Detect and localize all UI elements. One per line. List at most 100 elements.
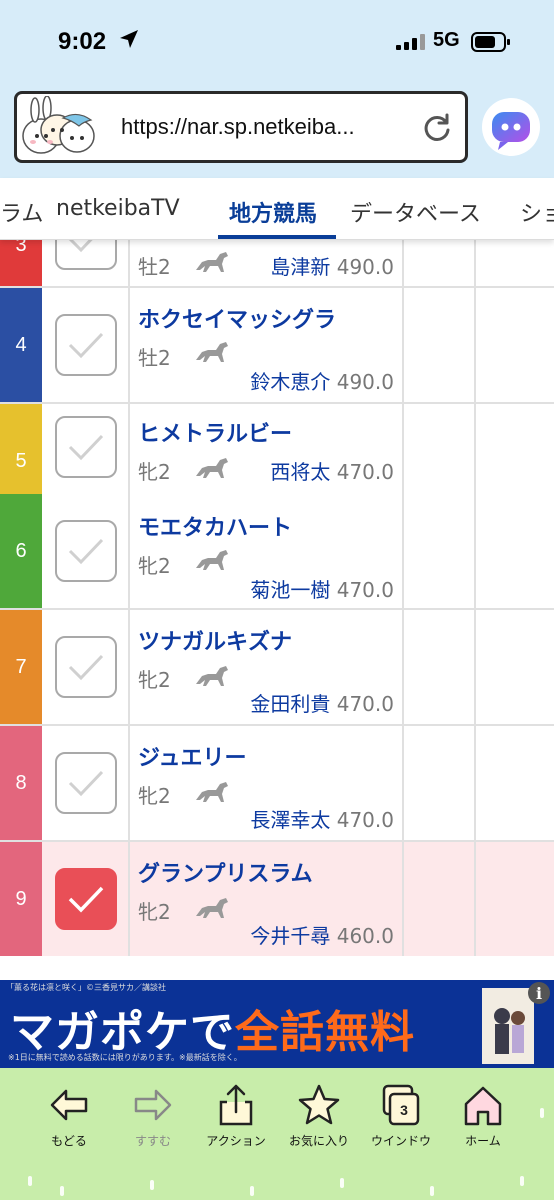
horse-name[interactable]: モエタカハート [138, 510, 292, 542]
extra-cell [406, 842, 476, 956]
browser-header: 9:02 5G https://nar.sp.netkeiba... [0, 0, 554, 178]
entry-checkbox[interactable] [55, 240, 117, 270]
entry-checkbox[interactable] [55, 416, 117, 478]
entry-checkbox[interactable] [55, 314, 117, 376]
ad-headline-prefix: マガポケで [10, 1007, 235, 1058]
weight: 470.0 [336, 692, 394, 716]
action-button[interactable]: アクション [193, 1082, 279, 1149]
jockey-weight: 島津新 490.0 [270, 251, 394, 280]
jockey-name[interactable]: 西将太 [270, 460, 330, 484]
entry-checkbox[interactable] [55, 868, 117, 930]
weight: 470.0 [336, 808, 394, 832]
jockey-weight: 西将太 470.0 [270, 456, 394, 485]
horse-icon [196, 342, 228, 362]
home-icon [464, 1086, 502, 1126]
ad-copyright: 「薫る花は凛と咲く」©三香見サカ／講談社 [6, 983, 166, 992]
battery-icon [471, 32, 510, 52]
cellular-signal-icon [396, 34, 425, 50]
tab-netkeibatv[interactable]: netkeibaTV [56, 196, 180, 221]
browser-toolbar: もどる すすむ アクション お気に入り 3 ウインドウ ホーム [0, 1068, 554, 1200]
grass-decoration [540, 1108, 544, 1118]
weight: 490.0 [336, 255, 394, 279]
table-row: 8 ジュエリー 牝2 長澤幸太 470.0 [0, 726, 554, 842]
category-tabs: ラム netkeibaTV 地方競馬 データベース ショ [0, 178, 554, 240]
horse-name[interactable]: ジュエリー [138, 740, 246, 772]
tab-local-racing[interactable]: 地方競馬 [229, 196, 317, 228]
windows-button[interactable]: 3 ウインドウ [358, 1082, 444, 1149]
check-icon [68, 770, 104, 797]
extra-cell [406, 610, 476, 724]
ad-note: ※1日に無料で読める話数には限りがあります。※最新話を除く。 [8, 1053, 242, 1062]
url-text: https://nar.sp.netkeiba... [121, 114, 355, 139]
horse-name[interactable]: グランプリスラム [138, 856, 313, 888]
active-tab-indicator [218, 235, 336, 239]
table-row: 4 ホクセイマッシグラ 牡2 鈴木恵介 490.0 [0, 288, 554, 404]
check-icon [68, 332, 104, 359]
jockey-name[interactable]: 島津新 [270, 255, 330, 279]
location-arrow-icon [120, 30, 138, 48]
back-button[interactable]: もどる [26, 1082, 112, 1149]
horse-icon [196, 782, 228, 802]
table-row: 7 ツナガルキズナ 牝2 金田利貴 470.0 [0, 610, 554, 726]
check-cell [42, 726, 130, 840]
star-icon [298, 1084, 340, 1125]
check-icon [68, 240, 93, 253]
table-row: 9 グランプリスラム 牝2 今井千尋 460.0 [0, 842, 554, 956]
check-icon [68, 654, 104, 681]
horse-name[interactable]: ツナガルキズナ [138, 624, 292, 656]
jockey-name[interactable]: 鈴木恵介 [250, 370, 330, 394]
ai-assistant-button[interactable] [482, 98, 540, 156]
post-number: 7 [0, 610, 42, 724]
favorites-label: お気に入り [288, 1134, 349, 1148]
url-bar[interactable]: https://nar.sp.netkeiba... [14, 91, 468, 163]
back-arrow-icon [50, 1089, 88, 1121]
check-cell [42, 610, 130, 724]
back-label: もどる [51, 1134, 87, 1148]
ad-info-button[interactable]: i [528, 982, 550, 1004]
post-number: 4 [0, 288, 42, 402]
table-row: 3 牡2 島津新 490.0 [0, 240, 554, 288]
tab-shop[interactable]: ショ [520, 196, 554, 228]
horse-icon [196, 252, 228, 272]
horse-info-cell: モエタカハート 牝2 菊池一樹 470.0 [132, 494, 404, 608]
reload-icon[interactable] [421, 112, 453, 144]
horse-info-cell: ホクセイマッシグラ 牡2 鈴木恵介 490.0 [132, 288, 404, 402]
weight: 470.0 [336, 578, 394, 602]
app-logo-icon [22, 96, 95, 154]
jockey-weight: 長澤幸太 470.0 [250, 804, 394, 833]
entry-checkbox[interactable] [55, 752, 117, 814]
ad-banner[interactable]: 「薫る花は凛と咲く」©三香見サカ／講談社 マガポケで全話無料 ※1日に無料で読め… [0, 980, 554, 1068]
forward-arrow-icon [134, 1089, 172, 1121]
jockey-name[interactable]: 菊池一樹 [250, 578, 330, 602]
jockey-name[interactable]: 長澤幸太 [250, 808, 330, 832]
horse-name[interactable]: ヒメトラルビー [138, 416, 292, 448]
forward-label: すすむ [134, 1134, 171, 1148]
sex-age: 牡2 [138, 255, 171, 279]
sex-age: 牝2 [138, 460, 171, 484]
post-number: 3 [0, 240, 42, 286]
table-row: 6 モエタカハート 牝2 菊池一樹 470.0 [0, 494, 554, 610]
jockey-name[interactable]: 金田利貴 [250, 692, 330, 716]
jockey-weight: 鈴木恵介 490.0 [250, 366, 394, 395]
favorites-button[interactable]: お気に入り [276, 1082, 362, 1149]
horse-info-cell: 牡2 島津新 490.0 [132, 240, 404, 286]
extra-cell [406, 288, 476, 402]
network-type: 5G [433, 29, 460, 51]
entry-checkbox[interactable] [55, 636, 117, 698]
action-label: アクション [206, 1134, 266, 1148]
check-cell [42, 842, 130, 956]
home-button[interactable]: ホーム [440, 1082, 526, 1149]
sex-age: 牝2 [138, 900, 171, 924]
horse-name[interactable]: ホクセイマッシグラ [138, 302, 336, 334]
grass-decoration [340, 1178, 344, 1188]
tab-ram[interactable]: ラム [0, 196, 43, 228]
home-label: ホーム [465, 1134, 501, 1148]
jockey-name[interactable]: 今井千尋 [250, 924, 330, 948]
entry-checkbox[interactable] [55, 520, 117, 582]
tab-database[interactable]: データベース [350, 196, 481, 228]
jockey-weight: 今井千尋 460.0 [250, 920, 394, 949]
forward-button[interactable]: すすむ [110, 1082, 196, 1149]
grass-decoration [60, 1186, 64, 1196]
jockey-weight: 菊池一樹 470.0 [250, 574, 394, 603]
post-number: 8 [0, 726, 42, 840]
